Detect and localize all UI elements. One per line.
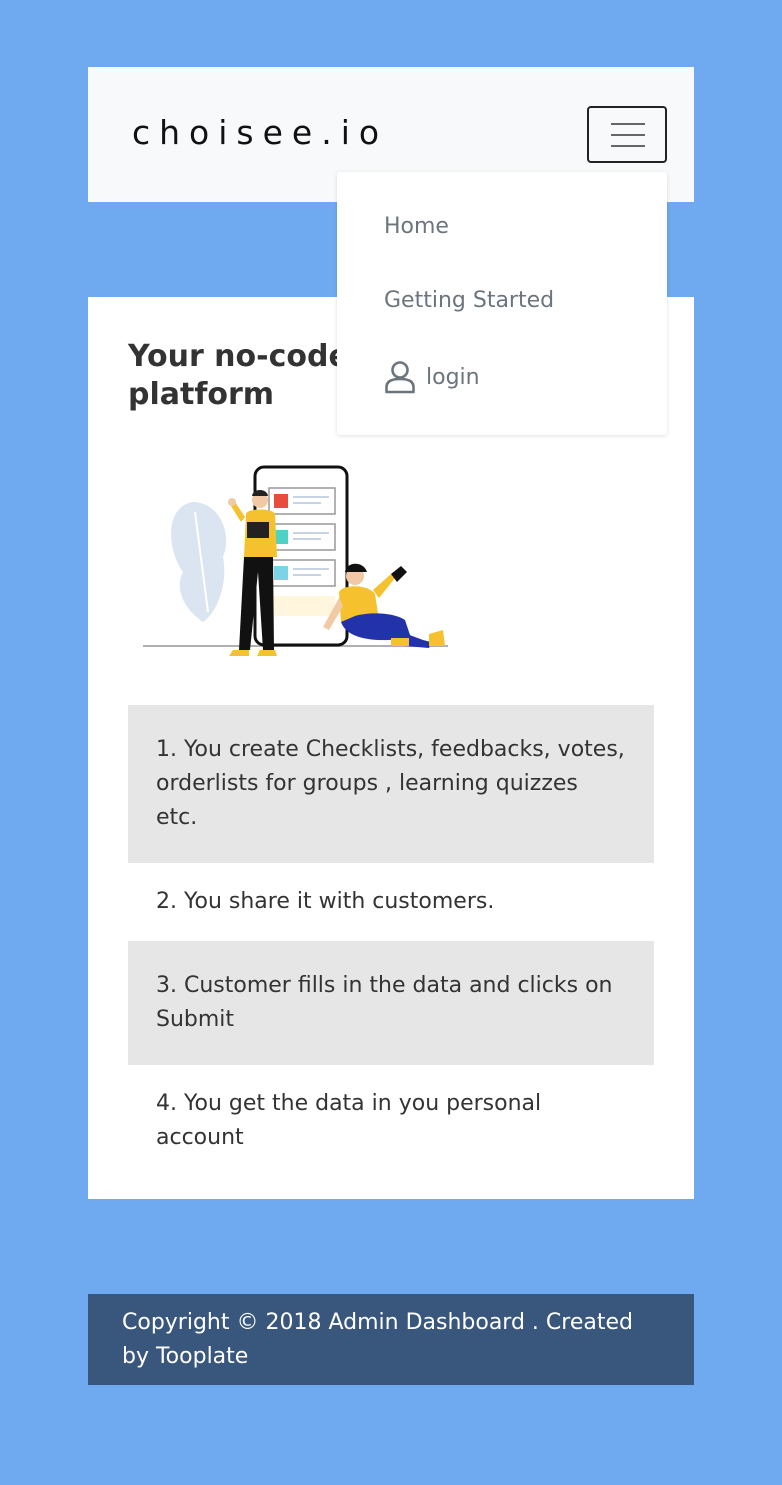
step-item: 3. Customer fills in the data and clicks…: [128, 941, 654, 1065]
login-label: login: [426, 364, 480, 390]
brand-logo[interactable]: choisee.io: [132, 113, 388, 152]
step-item: 2. You share it with customers.: [156, 889, 495, 914]
steps-list: 1. You create Checklists, feedbacks, vot…: [128, 705, 654, 1177]
menu-item-getting-started[interactable]: Getting Started: [384, 288, 554, 313]
step-item: 1. You create Checklists, feedbacks, vot…: [128, 705, 654, 863]
menu-item-home[interactable]: Home: [384, 214, 449, 239]
menu-toggle-button[interactable]: [587, 106, 667, 163]
step-item: 4. You get the data in you personal acco…: [156, 1091, 542, 1150]
copyright-text: Copyright © 2018 Admin Dashboard . Creat…: [122, 1310, 633, 1369]
hamburger-icon-line: [611, 145, 645, 147]
people-phone-illustration: [143, 465, 448, 656]
user-icon: [385, 361, 415, 394]
hamburger-icon-line: [611, 123, 645, 125]
nav-dropdown-menu: Home Getting Started login: [337, 172, 667, 435]
menu-item-login[interactable]: login: [384, 360, 480, 394]
page-footer: Copyright © 2018 Admin Dashboard . Creat…: [88, 1294, 694, 1385]
hamburger-icon-line: [611, 134, 645, 136]
